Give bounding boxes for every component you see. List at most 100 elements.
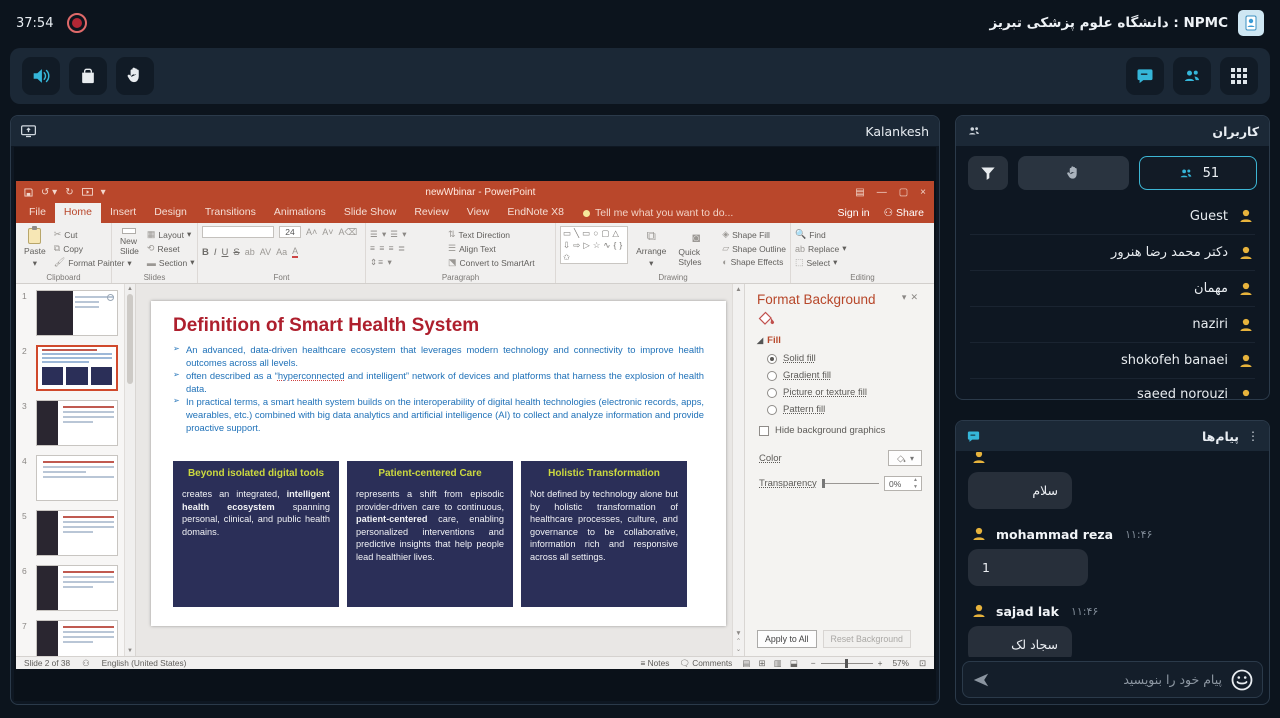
thumbnail-scrollbar[interactable]: ▲▼: [124, 284, 135, 656]
apply-to-all-button[interactable]: Apply to All: [757, 630, 817, 648]
slide-thumbnail-5[interactable]: 5: [22, 510, 133, 556]
radio-icon[interactable]: [767, 388, 777, 398]
arrange-button[interactable]: ⧉ Arrange▾: [632, 226, 670, 271]
slide-thumbnail-2[interactable]: 2: [22, 345, 133, 391]
view-buttons[interactable]: ▤ ⊞ ▥ ⬓: [742, 658, 800, 668]
strikethrough-button[interactable]: S: [233, 247, 239, 258]
raised-hands-button[interactable]: [1018, 156, 1129, 190]
raise-hand-button[interactable]: [116, 57, 154, 95]
comments-button[interactable]: 🗨 Comments: [679, 658, 732, 669]
char-spacing-button[interactable]: AV: [260, 247, 271, 257]
participant-count-button[interactable]: 51: [1139, 156, 1257, 190]
slide-thumb-preview[interactable]: [36, 400, 118, 446]
fit-slide-icon[interactable]: ⊡: [919, 658, 926, 668]
zoom-slider[interactable]: −+: [811, 658, 883, 668]
slide-scrollbar[interactable]: ▲ ▼⌃⌄: [732, 284, 744, 656]
restore-icon[interactable]: ▢: [899, 187, 908, 198]
reset-button[interactable]: ⟲Reset: [147, 243, 195, 254]
checkbox-icon[interactable]: [759, 426, 769, 436]
radio-icon[interactable]: [767, 405, 777, 415]
transparency-slider[interactable]: [822, 483, 879, 484]
ppt-tab-home[interactable]: Home: [55, 203, 101, 223]
quick-styles-button[interactable]: ◙ Quick Styles: [674, 226, 718, 271]
send-message-icon[interactable]: [971, 672, 991, 688]
sign-in-link[interactable]: Sign in: [838, 207, 870, 219]
record-indicator-icon[interactable]: [67, 13, 87, 33]
hide-background-checkbox[interactable]: Hide background graphics: [759, 425, 922, 436]
users-toggle-button[interactable]: [1173, 57, 1211, 95]
bullets-button[interactable]: ☰ ▾ ☰ ▾: [370, 229, 444, 240]
convert-smartart-button[interactable]: ⬔Convert to SmartArt: [448, 257, 535, 268]
new-slide-button[interactable]: New Slide▾: [116, 226, 143, 271]
slide-canvas[interactable]: Definition of Smart Health System ➢An ad…: [151, 301, 726, 626]
emoji-icon[interactable]: [1230, 668, 1254, 692]
ppt-tab-transitions[interactable]: Transitions: [196, 203, 265, 223]
notes-button[interactable]: ≡ Notes: [641, 658, 670, 668]
slide-thumbnail-6[interactable]: 6: [22, 565, 133, 611]
share-button[interactable]: ⚇ Share: [884, 207, 924, 219]
find-button[interactable]: 🔍Find: [795, 229, 846, 240]
files-button[interactable]: [69, 57, 107, 95]
zoom-level[interactable]: 57%: [892, 658, 909, 668]
ppt-tab-insert[interactable]: Insert: [101, 203, 145, 223]
shape-effects-button[interactable]: ◐Shape Effects: [722, 257, 786, 267]
chat-toggle-button[interactable]: [1126, 57, 1164, 95]
change-case-button[interactable]: Aa: [276, 247, 287, 257]
slide-thumb-preview[interactable]: [36, 510, 118, 556]
underline-button[interactable]: U: [222, 247, 229, 258]
radio-icon[interactable]: [767, 371, 777, 381]
section-button[interactable]: ▬Section ▾: [147, 257, 195, 268]
slide-thumb-preview[interactable]: [36, 345, 118, 391]
ppt-tab-slide-show[interactable]: Slide Show: [335, 203, 406, 223]
apps-grid-button[interactable]: [1220, 57, 1258, 95]
slide-thumb-preview[interactable]: [36, 290, 118, 336]
ppt-tab-view[interactable]: View: [458, 203, 499, 223]
shadow-button[interactable]: ab: [245, 247, 255, 257]
shape-gallery[interactable]: ▭╲▭○▢ △⇩⇨▷☆ ∿{}✩: [560, 226, 628, 264]
close-icon[interactable]: ×: [920, 187, 926, 198]
shape-fill-button[interactable]: ◈Shape Fill: [722, 229, 786, 240]
transparency-value[interactable]: 0%▲▼: [884, 476, 922, 491]
replace-button[interactable]: abReplace ▾: [795, 243, 846, 254]
user-row[interactable]: naziri: [970, 306, 1255, 342]
ppt-tab-animations[interactable]: Animations: [265, 203, 335, 223]
user-row[interactable]: Guest: [970, 198, 1255, 234]
line-spacing-button[interactable]: ⇕≡ ▾: [370, 257, 444, 268]
ppt-tab-endnote-x8[interactable]: EndNote X8: [498, 203, 573, 223]
font-size-input[interactable]: 24: [279, 226, 301, 238]
font-color-button[interactable]: A: [292, 246, 298, 258]
shrink-font-icon[interactable]: A˅: [322, 227, 333, 237]
user-row[interactable]: مهمان: [970, 270, 1255, 306]
minimize-icon[interactable]: —: [877, 187, 887, 198]
align-buttons[interactable]: ≡ ≡ ≡ ≣: [370, 243, 444, 254]
undo-icon[interactable]: ↺ ▾: [41, 187, 57, 198]
user-row[interactable]: saeed norouzi: [970, 378, 1255, 400]
ppt-tab-review[interactable]: Review: [405, 203, 457, 223]
pane-close-icon[interactable]: ✕: [910, 292, 922, 302]
message-input[interactable]: [999, 672, 1222, 687]
clear-format-icon[interactable]: A⌫: [339, 227, 358, 238]
fill-option[interactable]: Gradient fill: [767, 370, 922, 381]
slide-thumbnail-7[interactable]: 7: [22, 620, 133, 656]
color-picker-button[interactable]: ▾: [888, 450, 922, 466]
slide-thumbnail-4[interactable]: 4: [22, 455, 133, 501]
select-button[interactable]: ⬚Select ▾: [795, 257, 846, 268]
redo-icon[interactable]: ↻: [65, 187, 73, 198]
filter-users-button[interactable]: [968, 156, 1008, 190]
align-text-button[interactable]: ☰Align Text: [448, 243, 535, 254]
fill-option[interactable]: Solid fill: [767, 353, 922, 364]
grow-font-icon[interactable]: A˄: [306, 227, 317, 237]
layout-button[interactable]: ▦Layout ▾: [147, 229, 195, 240]
fill-option[interactable]: Picture or texture fill: [767, 387, 922, 398]
shape-outline-button[interactable]: ▱Shape Outline: [722, 243, 786, 254]
slide-thumbnail-1[interactable]: 1: [22, 290, 133, 336]
fill-option[interactable]: Pattern fill: [767, 404, 922, 415]
language-indicator[interactable]: English (United States): [102, 658, 187, 668]
audio-button[interactable]: [22, 57, 60, 95]
slide-thumb-preview[interactable]: [36, 565, 118, 611]
slide-thumb-preview[interactable]: [36, 455, 118, 501]
ribbon-options-icon[interactable]: ▤: [855, 187, 864, 198]
slide-thumb-preview[interactable]: [36, 620, 118, 656]
messages-menu-icon[interactable]: ⋮: [1247, 429, 1259, 443]
ppt-tab-file[interactable]: File: [20, 203, 55, 223]
